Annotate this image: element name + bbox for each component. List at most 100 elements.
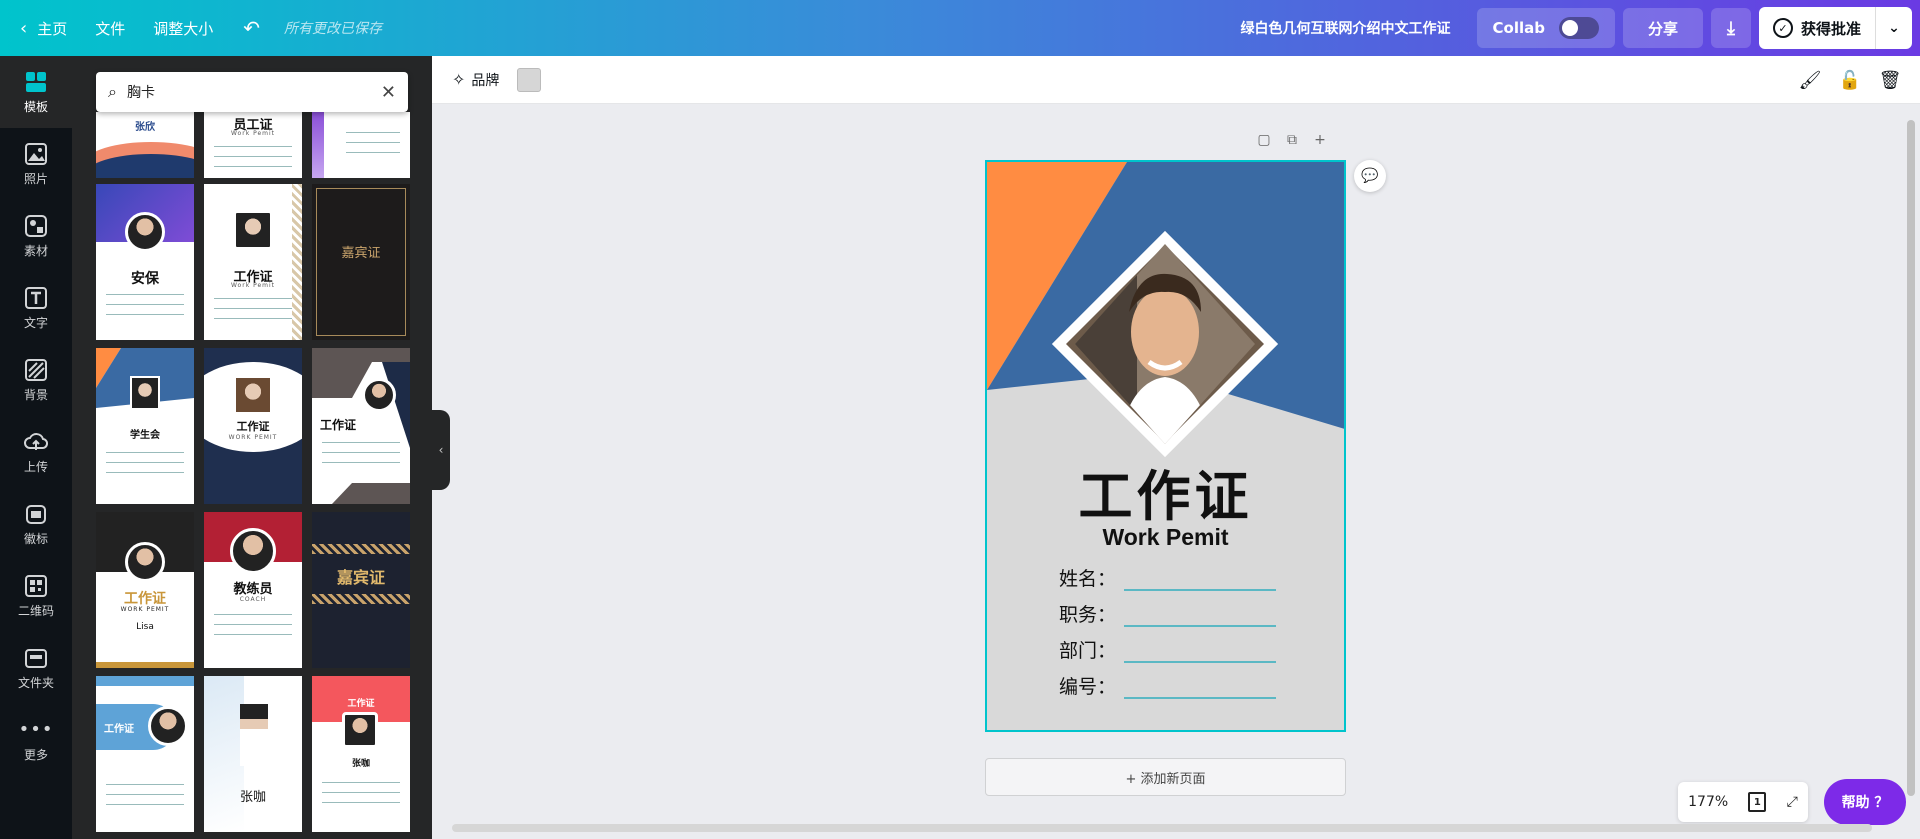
template-thumb[interactable] [312, 112, 410, 178]
template-thumb[interactable]: 张欣 [96, 112, 194, 178]
rail-text[interactable]: 文字 [0, 272, 72, 344]
template-thumb[interactable]: 教练员 COACH [204, 512, 302, 668]
share-button[interactable]: 分享 [1622, 8, 1703, 48]
template-thumb[interactable]: 员工证 Work Pemit [204, 112, 302, 178]
download-icon[interactable]: ⤓ [1710, 8, 1751, 48]
top-bar: ‹ 主页 文件 调整大小 ↶ 所有更改已保存 绿白色几何互联网介绍中文工作证 C… [0, 0, 1920, 56]
canvas-toolbar: ✧ 品牌 🖌 🔓 🗑 [432, 56, 1920, 104]
template-thumb[interactable]: 学生会 [96, 348, 194, 504]
approve-label: 获得批准 [1800, 19, 1861, 38]
template-title: 教练员 [233, 582, 273, 597]
field-label: 部门： [1059, 640, 1117, 662]
fullscreen-icon[interactable]: ⤢ [1787, 794, 1798, 810]
rail-label: 照片 [23, 171, 48, 186]
rail-background[interactable]: 背景 [0, 344, 72, 416]
qr-code-icon [24, 574, 48, 598]
trash-icon[interactable]: 🗑 [1870, 70, 1910, 91]
template-thumb[interactable]: 工作证 张咖 [312, 676, 410, 832]
card-field-title[interactable]: 职务： [1059, 600, 1277, 627]
rail-label: 更多 [23, 747, 48, 762]
search-box: ⌕ ✕ [96, 72, 408, 112]
help-button[interactable]: 帮助 ？ [1824, 779, 1906, 825]
template-thumb[interactable]: 工作证 [312, 348, 410, 504]
card-field-number[interactable]: 编号： [1059, 672, 1277, 699]
approve-button[interactable]: ✓ 获得批准 ⌄ [1758, 7, 1912, 49]
resize-menu[interactable]: 调整大小 [139, 0, 227, 56]
card-subtitle[interactable]: Work Pemit [987, 524, 1344, 551]
brand-button[interactable]: ✧ 品牌 [452, 70, 499, 90]
home-button[interactable]: ‹ 主页 [0, 0, 81, 56]
field-line [1124, 609, 1277, 627]
add-page-button[interactable]: + 添加新页面 [985, 758, 1346, 796]
horizontal-scrollbar[interactable] [440, 822, 1900, 834]
card-field-name[interactable]: 姓名： [1059, 564, 1277, 591]
search-input[interactable] [126, 84, 381, 100]
shapes-icon [24, 214, 48, 238]
search-icon: ⌕ [108, 82, 117, 101]
template-grid: 张欣 员工证 Work Pemit 安保 工作证 Work Pemit 嘉宾证 … [96, 112, 410, 839]
template-thumb[interactable]: 张咖 [204, 676, 302, 832]
rail-qrcode[interactable]: 二维码 [0, 560, 72, 632]
vertical-scrollbar[interactable] [1904, 108, 1918, 820]
zoom-bar: 177% 1 ⤢ [1678, 782, 1808, 822]
template-thumb[interactable]: 工作证 WORK PEMIT Lisa [96, 512, 194, 668]
more-dots-icon: ••• [18, 719, 54, 740]
cloud-upload-icon [24, 430, 48, 454]
rail-upload[interactable]: 上传 [0, 416, 72, 488]
collab-toggle[interactable]: Collab [1476, 8, 1615, 48]
text-icon [24, 286, 48, 310]
rail-elements[interactable]: 素材 [0, 200, 72, 272]
sparkle-icon: ✧ [452, 70, 466, 89]
undo-icon[interactable]: ↶ [227, 0, 276, 56]
rail-label: 文字 [23, 315, 48, 330]
rail-templates[interactable]: 模板 [0, 56, 72, 128]
template-subtitle: WORK PEMIT [120, 606, 170, 613]
rail-photos[interactable]: 照片 [0, 128, 72, 200]
template-thumb[interactable]: 工作证 WORK PEMIT [204, 348, 302, 504]
collapse-panel-button[interactable]: ‹ [432, 410, 450, 490]
color-swatch[interactable] [517, 67, 542, 92]
field-label: 编号： [1059, 676, 1117, 698]
template-title: 嘉宾证 [336, 568, 385, 587]
design-page[interactable]: 工作证 Work Pemit 姓名： 职务： 部门： 编号： [985, 160, 1346, 732]
note-icon[interactable]: ▢ [1250, 132, 1278, 148]
paint-roller-icon[interactable]: 🖌 [1790, 70, 1830, 91]
chevron-down-icon[interactable]: ⌄ [1876, 20, 1912, 36]
rail-label: 背景 [23, 387, 48, 402]
file-menu[interactable]: 文件 [81, 0, 139, 56]
home-label: 主页 [37, 19, 68, 38]
rail-logo[interactable]: 徽标 [0, 488, 72, 560]
document-title[interactable]: 绿白色几何互联网介绍中文工作证 [1241, 18, 1477, 38]
field-label: 职务： [1059, 604, 1117, 626]
rail-label: 素材 [23, 243, 48, 258]
template-title: 工作证 [236, 420, 270, 433]
rail-more[interactable]: ••• 更多 [0, 704, 72, 776]
template-thumb[interactable]: 安保 [96, 184, 194, 340]
rail-label: 上传 [23, 459, 48, 474]
template-thumb[interactable]: 嘉宾证 [312, 512, 410, 668]
template-subtitle: Work Pemit [230, 130, 276, 137]
toggle-switch[interactable] [1558, 17, 1599, 39]
collab-label: Collab [1492, 19, 1545, 37]
template-subtitle: COACH [239, 596, 267, 603]
template-title: 工作证 [347, 699, 375, 709]
add-comment-icon[interactable]: 💬 [1354, 160, 1386, 192]
rail-folder[interactable]: 文件夹 [0, 632, 72, 704]
card-title[interactable]: 工作证 [987, 452, 1344, 531]
template-title: 嘉宾证 [341, 246, 381, 261]
field-line [1124, 645, 1277, 663]
close-icon[interactable]: ✕ [381, 82, 396, 103]
add-icon[interactable]: + [1306, 132, 1334, 148]
rail-label: 文件夹 [17, 675, 54, 690]
template-thumb[interactable]: 工作证 [96, 676, 194, 832]
lock-icon[interactable]: 🔓 [1830, 70, 1870, 91]
card-field-department[interactable]: 部门： [1059, 636, 1277, 663]
template-thumb[interactable]: 工作证 Work Pemit [204, 184, 302, 340]
zoom-level[interactable]: 177% [1688, 794, 1728, 810]
page-count-icon[interactable]: 1 [1748, 792, 1767, 812]
rail-label: 模板 [23, 99, 48, 114]
duplicate-icon[interactable]: ⧉ [1278, 132, 1306, 148]
template-name: 张咖 [351, 759, 370, 769]
template-thumb[interactable]: 嘉宾证 [312, 184, 410, 340]
page-controls: ▢ ⧉ + [1250, 132, 1334, 148]
